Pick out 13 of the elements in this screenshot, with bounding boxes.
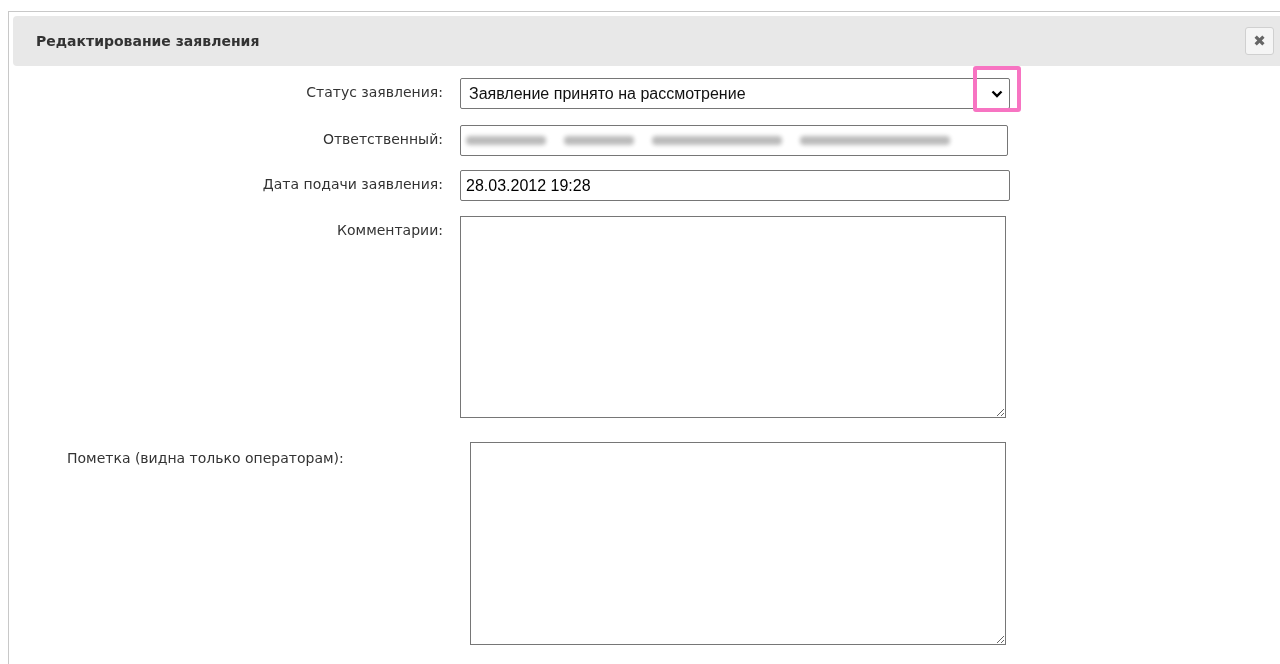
close-button[interactable]: ✖ <box>1245 27 1274 55</box>
field-label: Статус заявления: <box>305 84 444 100</box>
field-label: Дата подачи заявления: <box>261 176 444 192</box>
input-field[interactable] <box>460 125 1008 156</box>
field-label: Пометка (видна только операторам): <box>66 450 345 466</box>
comment-field[interactable] <box>460 216 1006 418</box>
chevron-down-icon <box>991 89 1003 98</box>
field-label: Комментарии: <box>336 222 444 238</box>
status-select[interactable]: Заявление принято на рассмотрение <box>460 78 1010 109</box>
field-label: Ответственный: <box>321 131 444 147</box>
note-field[interactable] <box>470 442 1006 645</box>
input-field[interactable]: 28.03.2012 19:28 <box>460 170 1010 201</box>
dialog-title: Редактирование заявления <box>36 33 260 49</box>
